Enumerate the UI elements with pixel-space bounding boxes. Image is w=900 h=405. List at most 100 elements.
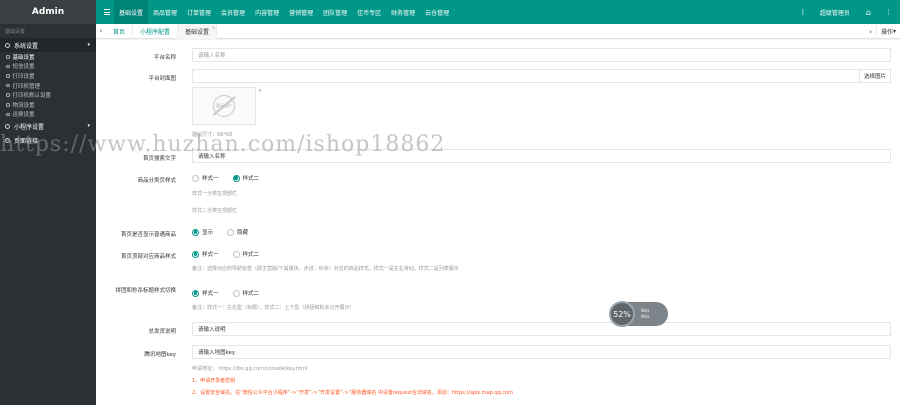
show-normal-radios: 显示 隐藏 bbox=[192, 228, 248, 236]
close-icon[interactable]: × bbox=[258, 88, 262, 94]
radio-label: 隐藏 bbox=[237, 230, 249, 236]
radio-label: 样式二 bbox=[242, 252, 260, 258]
sidebar-group-label: 小程序设置 bbox=[14, 123, 45, 131]
top-nav-item[interactable]: 团队管理 bbox=[318, 0, 352, 24]
map-key-apply-link[interactable]: 申请地址： https://lbs.qq.com/console/key.htm… bbox=[192, 365, 307, 372]
platform-name-input[interactable]: 请输入名称 bbox=[192, 48, 891, 62]
sidebar-item[interactable]: 基础设置 bbox=[0, 52, 96, 62]
top-right-area: | 超级管理员 ⌂ ⋮ bbox=[796, 0, 900, 24]
top-nav-item[interactable]: 商品管理 bbox=[148, 0, 182, 24]
menu-toggle-icon[interactable] bbox=[100, 0, 114, 24]
sidebar-item[interactable]: 打印机默认设置 bbox=[0, 90, 96, 100]
sidebar-header: 基础设置 bbox=[5, 28, 26, 35]
network-speed-widget[interactable]: 52% 0k/s 0k/s bbox=[609, 301, 668, 327]
circle-icon bbox=[6, 93, 10, 97]
sidebar-item-label: 打印设置 bbox=[12, 73, 35, 80]
tab-basic-settings[interactable]: 基础设置 × bbox=[178, 23, 218, 39]
sidebar-item-label: 打印机管理 bbox=[12, 83, 41, 90]
map-key-note: 1、申请开发者密钥 bbox=[192, 378, 236, 384]
radio-option[interactable]: 样式二 bbox=[232, 174, 260, 182]
radio-label: 样式二 bbox=[242, 291, 260, 297]
radio-option[interactable]: 隐藏 bbox=[227, 228, 248, 236]
admin-user-menu[interactable]: 超级管理员 bbox=[810, 8, 860, 17]
top-nav-item[interactable]: 会员管理 bbox=[216, 0, 250, 24]
home-tab-style-radios: 样式一 样式二 bbox=[192, 250, 259, 258]
sidebar-item[interactable]: 短信设置 bbox=[0, 62, 96, 72]
sidebar-item-label: 基础设置 bbox=[12, 54, 35, 61]
radio-label: 样式一 bbox=[202, 252, 219, 258]
sidebar-item-label: 物流设置 bbox=[12, 102, 35, 109]
operations-menu[interactable]: 操作 ▾ bbox=[876, 24, 900, 39]
select-image-button[interactable]: 选择图片 bbox=[858, 69, 891, 83]
sidebar-item-label: 运费设置 bbox=[12, 112, 35, 119]
sidebar-group-system[interactable]: 系统设置 ▾ bbox=[0, 38, 96, 52]
speed-rates: 0k/s 0k/s bbox=[641, 308, 649, 320]
chevron-left-icon[interactable]: ‹ bbox=[96, 27, 106, 35]
circle-icon bbox=[6, 112, 10, 117]
radio-option[interactable]: 样式一 bbox=[192, 289, 219, 297]
group-style-radios: 样式一 样式二 bbox=[192, 289, 259, 297]
show-normal-label: 首页是否显示普通商品 bbox=[120, 232, 176, 238]
cover-url-input[interactable] bbox=[192, 69, 891, 83]
cover-image-preview[interactable]: 暂无图片 bbox=[192, 87, 256, 125]
group-style-hint: 备注：样式一：左右型（标题）；样式二：上下型（拼团和秒杀分开展示） bbox=[192, 305, 355, 311]
circle-icon bbox=[6, 64, 10, 69]
map-key-label: 腾讯地图key bbox=[144, 352, 176, 358]
watermark: https://www.huzhan.com/ishop18862 bbox=[0, 132, 446, 157]
gear-icon bbox=[5, 42, 10, 48]
top-nav: 基础设置 商品管理 订单管理 会员管理 内容管理 营销管理 团队管理 佳币专区 … bbox=[114, 0, 454, 24]
sidebar-group-label: 系统设置 bbox=[14, 42, 39, 50]
radio-label: 样式二 bbox=[242, 176, 260, 182]
settings-form: 平台名称 请输入名称 平台封面图 选择图片 暂无图片 × 建议尺寸：68*68 … bbox=[96, 40, 900, 405]
sidebar-item[interactable]: 运费设置 bbox=[0, 110, 96, 120]
category-style-hint: 样式二分类在顶部栏 bbox=[192, 208, 238, 214]
tab-bar: ‹ 首页 小程序配置 基础设置 × › 操作 ▾ bbox=[96, 23, 900, 39]
home-icon[interactable]: ⌂ bbox=[860, 8, 877, 17]
sidebar-item-label: 打印机默认设置 bbox=[12, 93, 52, 100]
circle-icon bbox=[6, 55, 10, 59]
circle-icon bbox=[6, 83, 10, 88]
category-style-hint: 样式一分类在顶部栏 bbox=[192, 191, 238, 197]
top-nav-item[interactable]: 财务管理 bbox=[386, 0, 420, 24]
operations-label: 操作 bbox=[880, 29, 893, 36]
close-icon[interactable]: × bbox=[212, 25, 215, 30]
circle-icon bbox=[6, 103, 10, 107]
radio-option[interactable]: 样式一 bbox=[192, 250, 219, 258]
tab-applet[interactable]: 小程序配置 bbox=[133, 23, 179, 39]
app-logo[interactable]: Admin bbox=[0, 0, 96, 24]
tab-home[interactable]: 首页 bbox=[106, 23, 134, 39]
radio-circle bbox=[192, 174, 199, 182]
radio-option[interactable]: 样式二 bbox=[232, 289, 260, 297]
radio-circle bbox=[227, 228, 235, 236]
cover-label: 平台封面图 bbox=[148, 76, 176, 82]
top-nav-item[interactable]: 营销管理 bbox=[284, 0, 318, 24]
top-nav-item[interactable]: 佳币专区 bbox=[352, 0, 386, 24]
sidebar-item-label: 短信设置 bbox=[12, 64, 35, 71]
category-style-label: 商品分类页样式 bbox=[137, 178, 176, 184]
delivery-input[interactable]: 请输入说明 bbox=[192, 322, 891, 336]
tab-label: 基础设置 bbox=[185, 28, 210, 36]
sidebar-item[interactable]: 物流设置 bbox=[0, 100, 96, 110]
home-tab-style-label: 首页顶部对应商品样式 bbox=[120, 254, 176, 260]
gear-icon bbox=[5, 123, 10, 129]
radio-option[interactable]: 显示 bbox=[192, 228, 213, 236]
platform-name-label: 平台名称 bbox=[153, 55, 176, 61]
chevron-right-icon[interactable]: › bbox=[869, 24, 872, 39]
top-nav-item[interactable]: 内容管理 bbox=[250, 0, 284, 24]
sidebar-item[interactable]: 打印设置 bbox=[0, 71, 96, 81]
no-image-icon: 暂无图片 bbox=[213, 95, 235, 117]
top-nav-item[interactable]: 云仓管理 bbox=[420, 0, 454, 24]
top-nav-item[interactable]: 基础设置 bbox=[114, 0, 149, 24]
more-icon[interactable]: ⋮ bbox=[877, 8, 900, 16]
map-key-input[interactable]: 请输入地图key bbox=[192, 345, 891, 359]
radio-option[interactable]: 样式二 bbox=[232, 250, 260, 258]
radio-circle bbox=[232, 250, 240, 258]
home-tab-style-hint: 备注：选择对应的导航标签（即主营版/下属版块、步进、秒杀）对应的商品样式，样式一… bbox=[192, 266, 459, 272]
radio-circle bbox=[192, 250, 199, 258]
separator: | bbox=[801, 8, 804, 16]
top-bar: Admin 基础设置 商品管理 订单管理 会员管理 内容管理 营销管理 团队管理… bbox=[0, 0, 900, 24]
group-style-label: 拼团和秒杀标题样式切换 bbox=[115, 288, 176, 294]
top-nav-item[interactable]: 订单管理 bbox=[182, 0, 216, 24]
radio-option[interactable]: 样式一 bbox=[192, 174, 219, 182]
sidebar-item[interactable]: 打印机管理 bbox=[0, 81, 96, 91]
